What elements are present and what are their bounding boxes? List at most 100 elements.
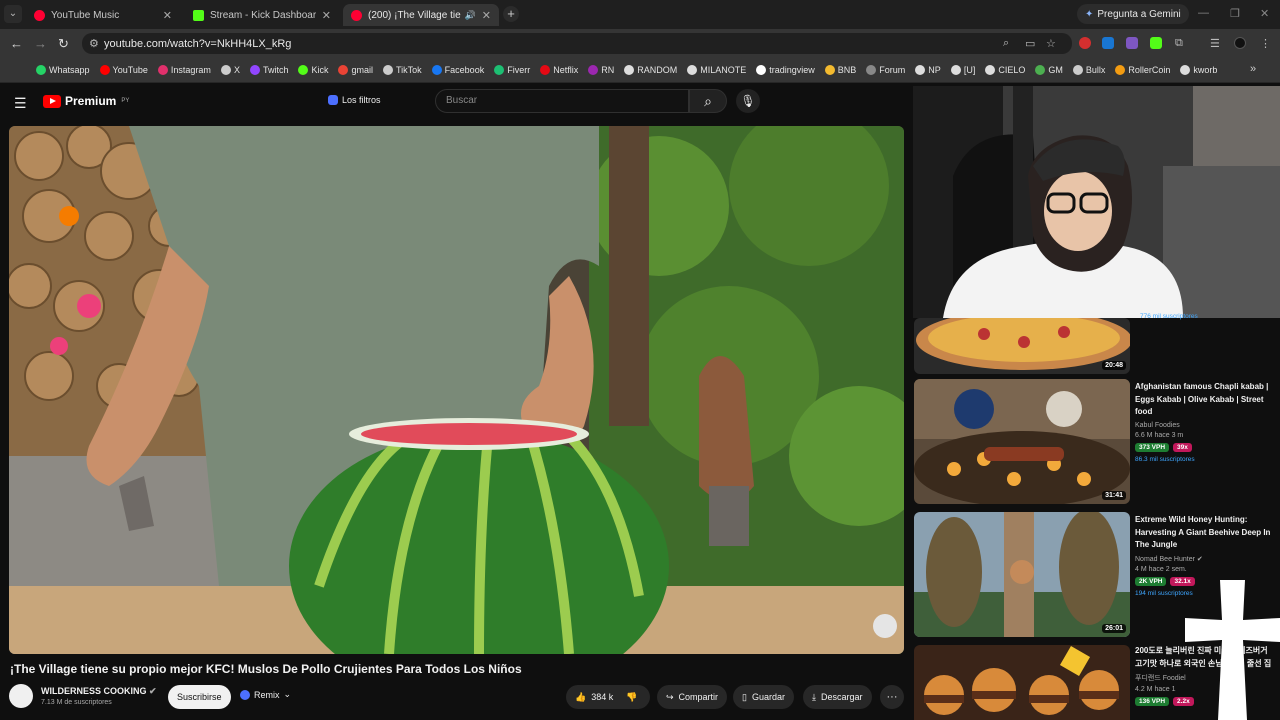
bookmark-youtube[interactable]: YouTube: [99, 65, 148, 75]
close-window-icon[interactable]: ✕: [1260, 7, 1269, 20]
cast-icon[interactable]: ▭: [1025, 37, 1035, 50]
verified-check-icon: ✔: [1196, 555, 1203, 563]
bookmark-tiktok[interactable]: TikTok: [383, 65, 422, 75]
webcam-overlay: [913, 86, 1280, 318]
recommendation-info[interactable]: Afghanistan famous Chapli kabab | Eggs K…: [1135, 381, 1275, 463]
zoom-icon[interactable]: ⌕: [1003, 37, 1009, 50]
channel-avatar[interactable]: [9, 684, 33, 708]
bookmark-kworb[interactable]: kworb: [1180, 65, 1217, 75]
reload-icon[interactable]: ↻: [58, 36, 69, 52]
rec-title[interactable]: Extreme Wild Honey Hunting: Harvesting A…: [1135, 514, 1275, 552]
share-icon: ↪: [666, 691, 674, 702]
bookmark-star-icon[interactable]: ☆: [1046, 37, 1056, 50]
subscribe-button[interactable]: Suscribirse: [168, 685, 231, 709]
extensions-puzzle-icon[interactable]: ⧉: [1175, 37, 1183, 50]
share-button[interactable]: ↪ Compartir: [657, 685, 728, 709]
rec-title[interactable]: Afghanistan famous Chapli kabab | Eggs K…: [1135, 381, 1275, 419]
bookmark-label: gmail: [351, 65, 373, 75]
more-actions-button[interactable]: ···: [880, 685, 904, 709]
new-tab-button[interactable]: +: [503, 6, 519, 22]
tab-title: Stream - Kick Dashboard: [210, 9, 316, 21]
bookmark-forum[interactable]: Forum: [866, 65, 905, 75]
pizza-thumbnail-image: [914, 318, 1130, 374]
gemini-button[interactable]: ✦ Pregunta a Gemini: [1077, 4, 1189, 24]
forward-icon[interactable]: →: [34, 36, 47, 51]
extension-record-icon[interactable]: [1079, 37, 1091, 49]
search-input[interactable]: Buscar: [435, 89, 689, 113]
extension-purple-icon[interactable]: [1126, 37, 1138, 49]
extension-translate-icon[interactable]: [1102, 37, 1114, 49]
bookmark-label: TikTok: [396, 65, 422, 75]
bookmark-favicon-icon: [249, 65, 260, 75]
bookmark-np[interactable]: NP: [915, 65, 941, 75]
chrome-menu-icon[interactable]: ⋮: [1260, 37, 1271, 50]
remix-button[interactable]: Remix ⌄: [240, 689, 291, 700]
reading-list-icon[interactable]: ☰: [1210, 37, 1220, 50]
profile-avatar-icon[interactable]: [1234, 37, 1246, 49]
url-text[interactable]: youtube.com/watch?v=NkHH4LX_kRg: [104, 38, 291, 50]
recommendation-thumbnail[interactable]: 20:48: [914, 318, 1130, 374]
logo-text: Premium: [65, 94, 117, 108]
tab-search-button[interactable]: ⌄: [4, 5, 22, 23]
bookmark-whatsapp[interactable]: Whatsapp: [36, 65, 90, 75]
recommendation-thumbnail[interactable]: 26:01: [914, 512, 1130, 637]
bookmark-tradingview[interactable]: tradingview: [756, 65, 815, 75]
bookmarks-overflow-icon[interactable]: »: [1250, 63, 1256, 75]
bookmark-favicon-icon: [99, 65, 110, 75]
tab-youtube-video[interactable]: (200) ¡The Village tiene su p 🔊 ✕: [343, 4, 499, 26]
bookmark-x[interactable]: X: [220, 65, 240, 75]
bookmark-cielo[interactable]: CIELO: [985, 65, 1025, 75]
bookmark-bullx[interactable]: Bullx: [1072, 65, 1105, 75]
bookmark-label: Kick: [311, 65, 329, 75]
maximize-icon[interactable]: ❐: [1230, 7, 1240, 20]
back-icon[interactable]: ←: [10, 36, 23, 51]
recommendation-thumbnail[interactable]: 31:41: [914, 379, 1130, 504]
bookmark-label: Forum: [879, 65, 906, 75]
close-tab-icon[interactable]: ✕: [322, 9, 331, 22]
bookmark-u[interactable]: [U]: [950, 65, 975, 75]
bookmark-facebook[interactable]: Facebook: [431, 65, 484, 75]
youtube-premium-logo[interactable]: Premium PY: [43, 94, 129, 108]
filters-extension-button[interactable]: Los filtros: [328, 95, 381, 105]
tab-kick-dashboard[interactable]: Stream - Kick Dashboard ✕: [185, 4, 339, 26]
youtube-favicon-icon: [351, 9, 362, 21]
youtube-play-icon: [43, 94, 61, 108]
speaker-icon[interactable]: 🔊: [465, 10, 476, 21]
bookmark-rollercoin[interactable]: RollerCoin: [1115, 65, 1170, 75]
bookmark-bnb[interactable]: BNB: [824, 65, 856, 75]
menu-hamburger-icon[interactable]: ☰: [14, 95, 27, 112]
bookmark-random[interactable]: RANDOM: [624, 65, 677, 75]
bookmark-gm[interactable]: GM: [1035, 65, 1063, 75]
bookmark-rn[interactable]: RN: [588, 65, 614, 75]
bookmark-kick[interactable]: Kick: [298, 65, 328, 75]
like-icon[interactable]: 👍: [575, 692, 586, 703]
search-button[interactable]: ⌕: [689, 89, 727, 113]
bookmark-fiverr[interactable]: Fiverr: [494, 65, 530, 75]
video-player[interactable]: [9, 126, 904, 654]
video-frame-image: [9, 126, 904, 654]
kabab-thumbnail-image: [914, 379, 1130, 504]
bookmark-twitch[interactable]: Twitch: [249, 65, 288, 75]
channel-name[interactable]: WILDERNESS COOKING ✔: [41, 686, 157, 697]
bookmark-milanote[interactable]: MILANOTE: [687, 65, 746, 75]
tab-youtube-music[interactable]: YouTube Music ✕: [26, 4, 180, 26]
bookmark-favicon-icon: [338, 65, 349, 75]
rec-channel[interactable]: Kabul Foodies: [1135, 422, 1275, 429]
rec-channel[interactable]: Nomad Bee Hunter ✔: [1135, 555, 1275, 563]
save-button[interactable]: ▯ Guardar: [733, 685, 794, 709]
recommendation-thumbnail[interactable]: [914, 645, 1130, 720]
bookmark-label: Whatsapp: [49, 65, 90, 75]
bookmark-instagram[interactable]: Instagram: [157, 65, 211, 75]
download-button[interactable]: ⤓ Descargar: [803, 685, 872, 709]
close-tab-icon[interactable]: ✕: [482, 9, 491, 22]
extension-kick-icon[interactable]: [1150, 37, 1162, 49]
bookmark-favicon-icon: [540, 65, 551, 75]
site-info-icon[interactable]: ⚙: [89, 37, 99, 50]
like-count[interactable]: 384 k: [591, 692, 613, 702]
dislike-icon[interactable]: 👎: [626, 692, 637, 703]
voice-search-button[interactable]: 🎙: [736, 89, 760, 113]
close-tab-icon[interactable]: ✕: [163, 9, 172, 22]
bookmark-gmail[interactable]: gmail: [338, 65, 373, 75]
minimize-icon[interactable]: —: [1198, 7, 1209, 19]
bookmark-netflix[interactable]: Netflix: [540, 65, 578, 75]
